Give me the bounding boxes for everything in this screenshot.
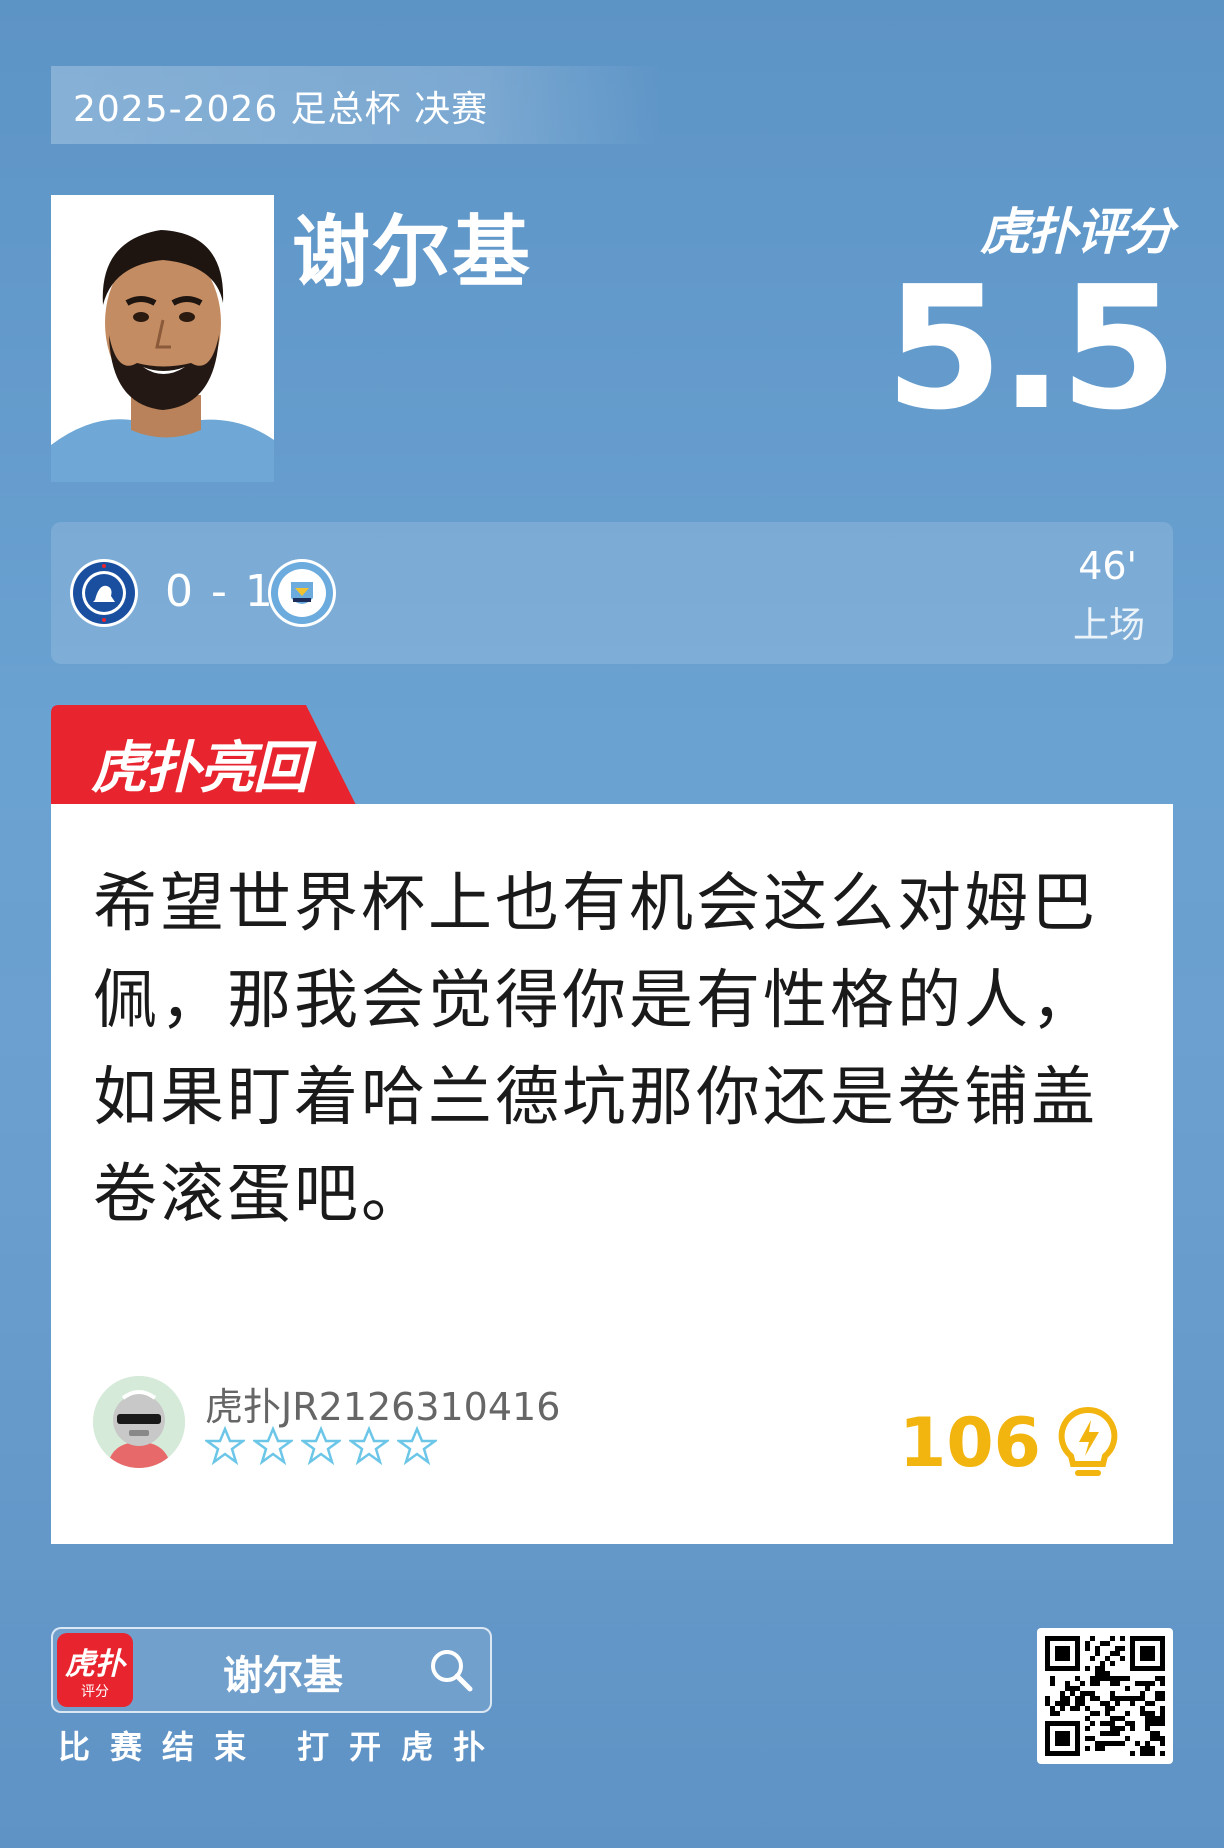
- manchester-city-crest-icon: [268, 559, 336, 627]
- qr-code: [1037, 1628, 1173, 1764]
- light-count: 106: [899, 1404, 1041, 1483]
- player-portrait-image: [51, 195, 274, 482]
- username[interactable]: 虎扑JR2126310416: [205, 1376, 560, 1431]
- comment-line: 卷滚蛋吧。: [93, 1158, 428, 1232]
- star-icon: [349, 1426, 389, 1466]
- star-icon: [205, 1426, 245, 1466]
- rating-score: 5.5: [884, 250, 1178, 448]
- comment-line: 如果盯着哈兰德坑那你还是卷铺盖: [93, 1061, 1098, 1135]
- app-icon-label: 虎扑: [65, 1647, 125, 1682]
- light-bulb-icon[interactable]: [1053, 1404, 1123, 1484]
- qr-code-image: [1045, 1636, 1165, 1756]
- star-icon: [253, 1426, 293, 1466]
- search-bar[interactable]: 虎扑 评分 谢尔基: [51, 1627, 492, 1713]
- highlight-reply-tag: 虎扑亮回复: [51, 705, 356, 882]
- comment-card: 希望世界杯上也有机会这么对姆巴 佩，那我会觉得你是有性格的人， 如果盯着哈兰德坑…: [51, 804, 1173, 1544]
- user-avatar[interactable]: [93, 1376, 185, 1468]
- search-query: 谢尔基: [223, 1653, 343, 1699]
- user-avatar-image: [93, 1376, 185, 1468]
- substitution-status: 上场: [1072, 605, 1145, 646]
- star-icon: [397, 1426, 437, 1466]
- match-score-bar[interactable]: 0 - 1 46' 上场: [51, 522, 1173, 664]
- footer-tagline: 比赛结束 打开虎扑: [58, 1728, 506, 1766]
- comment-line: 希望世界杯上也有机会这么对姆巴: [93, 867, 1098, 941]
- season-title: 2025-2026 足总杯 决赛: [73, 89, 489, 130]
- hupu-app-icon: 虎扑 评分: [57, 1633, 133, 1707]
- player-photo: [51, 195, 274, 482]
- user-level-stars: [205, 1426, 437, 1466]
- comment-body: 希望世界杯上也有机会这么对姆巴 佩，那我会觉得你是有性格的人， 如果盯着哈兰德坑…: [93, 856, 1113, 1244]
- substitution-minute: 46': [1078, 544, 1137, 588]
- star-icon: [301, 1426, 341, 1466]
- search-icon[interactable]: [428, 1647, 474, 1693]
- chelsea-crest-icon: [70, 559, 138, 627]
- app-icon-sublabel: 评分: [81, 1684, 109, 1700]
- comment-line: 佩，那我会觉得你是有性格的人，: [93, 964, 1098, 1038]
- season-header-band: 2025-2026 足总杯 决赛: [51, 66, 661, 144]
- player-name: 谢尔基: [292, 208, 533, 298]
- match-score: 0 - 1: [165, 566, 275, 617]
